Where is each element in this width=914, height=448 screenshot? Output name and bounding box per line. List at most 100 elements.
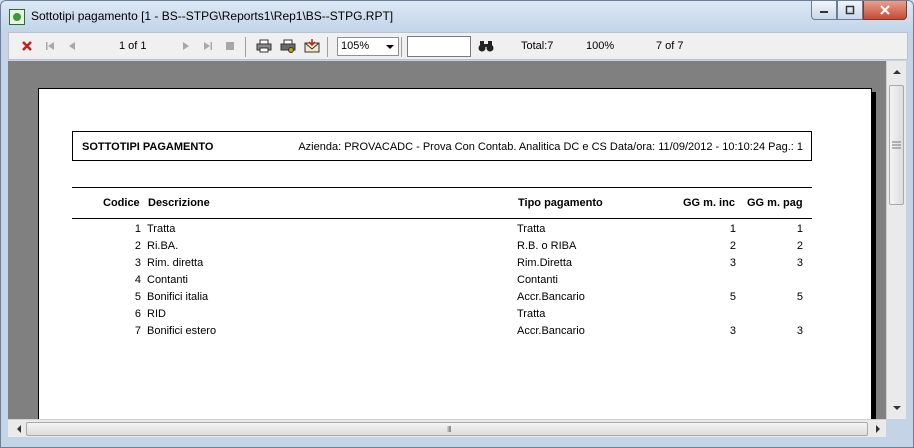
cell-descrizione: Bonifici estero — [147, 325, 217, 337]
export-button[interactable] — [303, 37, 321, 55]
grip-icon — [892, 141, 901, 149]
search-button[interactable] — [477, 37, 495, 55]
column-header-band: Codice Descrizione Tipo pagamento GG m. … — [72, 187, 812, 219]
cell-tipo: R.B. o RIBA — [517, 240, 577, 252]
column-gg-inc: GG m. inc — [683, 197, 735, 209]
report-title: SOTTOTIPI PAGAMENTO — [82, 141, 214, 153]
report-viewer-window: Sottotipi pagamento [1 - BS--STPG\Report… — [0, 0, 914, 448]
scroll-up-button[interactable] — [888, 63, 905, 80]
horizontal-scrollbar[interactable]: III — [8, 419, 886, 437]
table-row: 7 Bonifici estero Accr.Bancario 3 3 — [72, 323, 812, 340]
cell-descrizione: Tratta — [147, 223, 176, 235]
chevron-down-icon — [386, 45, 394, 49]
maximize-button[interactable] — [837, 1, 863, 20]
cell-tipo: Accr.Bancario — [517, 325, 585, 337]
window-controls — [811, 1, 907, 21]
table-row: 5 Bonifici italia Accr.Bancario 5 5 — [72, 289, 812, 306]
cell-descrizione: Rim. diretta — [147, 257, 204, 269]
stop-square-icon — [226, 42, 234, 50]
print-button[interactable] — [255, 37, 273, 55]
table-row: 4 Contanti Contanti — [72, 272, 812, 289]
report-page: SOTTOTIPI PAGAMENTO Azienda: PROVACADC -… — [38, 88, 872, 419]
column-tipo-pagamento: Tipo pagamento — [518, 197, 603, 209]
scroll-right-button[interactable] — [869, 420, 886, 437]
record-count: 7 of 7 — [656, 40, 684, 52]
cell-tipo: Accr.Bancario — [517, 291, 585, 303]
minimize-button[interactable] — [811, 1, 837, 20]
close-icon — [880, 5, 890, 15]
next-page-icon — [183, 42, 189, 50]
last-page-icon — [204, 42, 212, 50]
column-codice: Codice — [103, 197, 140, 209]
arrow-left-icon — [16, 424, 21, 433]
table-row: 2 Ri.BA. R.B. o RIBA 2 2 — [72, 238, 812, 255]
cell-codice: 2 — [134, 240, 141, 252]
report-company-info: Azienda: PROVACADC - Prova Con Contab. A… — [298, 141, 803, 153]
cell-descrizione: Bonifici italia — [147, 291, 209, 303]
maximize-icon — [845, 5, 855, 15]
cell-tipo: Contanti — [517, 274, 558, 286]
cell-gg-inc: 5 — [729, 291, 736, 303]
table-row: 1 Tratta Tratta 1 1 — [72, 221, 812, 238]
binoculars-icon — [478, 41, 494, 52]
report-preview-area[interactable]: SOTTOTIPI PAGAMENTO Azienda: PROVACADC -… — [8, 61, 886, 419]
last-page-button[interactable] — [201, 37, 215, 55]
first-page-icon — [46, 42, 54, 50]
column-gg-pag: GG m. pag — [747, 197, 803, 209]
cell-gg-pag: 3 — [796, 257, 803, 269]
stop-loading-button[interactable] — [223, 37, 237, 55]
report-toolbar: 1 of 1 105% Total:7 100% 7 of 7 — [8, 32, 908, 60]
print-setup-button[interactable] — [279, 37, 297, 55]
zoom-value: 105% — [341, 40, 370, 52]
page-shadow — [872, 92, 876, 419]
vertical-scrollbar[interactable] — [886, 61, 906, 419]
printer-setup-icon — [280, 39, 296, 53]
table-row: 3 Rim. diretta Rim.Diretta 3 3 — [72, 255, 812, 272]
cell-gg-pag: 5 — [796, 291, 803, 303]
search-input[interactable] — [407, 36, 471, 57]
arrow-down-icon — [892, 405, 901, 410]
cell-codice: 5 — [134, 291, 141, 303]
cell-descrizione: Ri.BA. — [147, 240, 179, 252]
zoom-select[interactable]: 105% — [337, 37, 399, 56]
cell-gg-pag: 1 — [796, 223, 803, 235]
report-header-box: SOTTOTIPI PAGAMENTO Azienda: PROVACADC -… — [72, 131, 812, 161]
cell-codice: 6 — [134, 308, 141, 320]
next-page-button[interactable] — [179, 37, 193, 55]
cell-gg-inc: 3 — [729, 325, 736, 337]
stop-x-icon — [22, 41, 32, 51]
cell-gg-inc: 1 — [729, 223, 736, 235]
cell-codice: 4 — [134, 274, 141, 286]
arrow-up-icon — [892, 69, 901, 74]
column-descrizione: Descrizione — [148, 197, 210, 209]
printer-icon — [256, 39, 272, 53]
prev-page-icon — [69, 42, 75, 50]
cell-descrizione: RID — [147, 308, 166, 320]
envelope-export-icon — [304, 39, 320, 53]
cell-codice: 3 — [134, 257, 141, 269]
cell-tipo: Rim.Diretta — [517, 257, 573, 269]
cell-gg-pag: 2 — [796, 240, 803, 252]
toolbar-separator — [245, 37, 246, 57]
vertical-scroll-thumb[interactable] — [889, 85, 904, 205]
cell-descrizione: Contanti — [147, 274, 188, 286]
first-page-button[interactable] — [43, 37, 57, 55]
toolbar-separator — [401, 37, 402, 57]
window-title: Sottotipi pagamento [1 - BS--STPG\Report… — [31, 9, 394, 23]
cell-codice: 7 — [134, 325, 141, 337]
minimize-icon — [820, 11, 828, 13]
cell-codice: 1 — [134, 223, 141, 235]
prev-page-button[interactable] — [65, 37, 79, 55]
stop-button[interactable] — [19, 37, 35, 55]
table-row: 6 RID Tratta — [72, 306, 812, 323]
page-indicator: 1 of 1 — [119, 40, 147, 52]
scroll-down-button[interactable] — [888, 399, 905, 416]
scroll-left-button[interactable] — [10, 420, 27, 437]
cell-gg-inc: 2 — [729, 240, 736, 252]
horizontal-scroll-thumb[interactable]: III — [26, 422, 868, 436]
close-button[interactable] — [863, 1, 907, 20]
total-records: Total:7 — [521, 40, 554, 52]
cell-tipo: Tratta — [517, 308, 546, 320]
window-bottom-border — [1, 437, 913, 447]
cell-gg-inc: 3 — [729, 257, 736, 269]
